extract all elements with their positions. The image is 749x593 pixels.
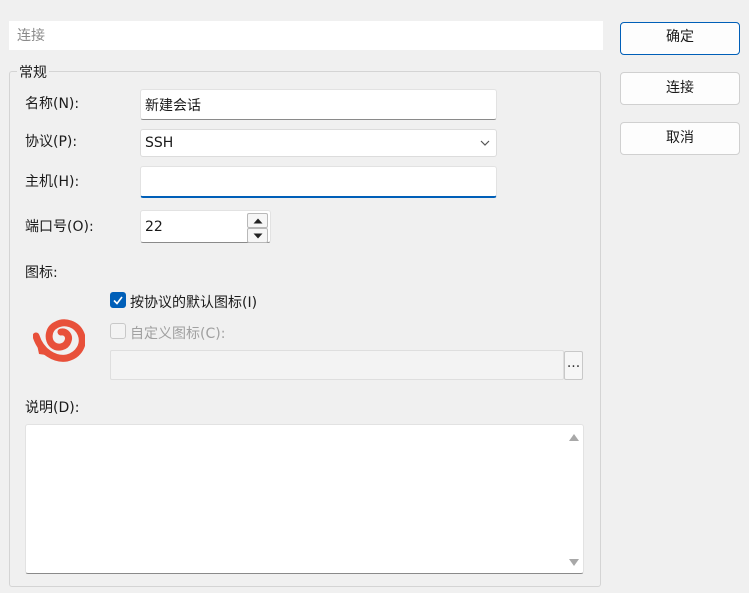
default-icon-checkbox[interactable] [110, 292, 126, 308]
description-textarea[interactable] [25, 424, 584, 574]
icon-label: 图标: [25, 265, 58, 281]
arrow-down-icon [253, 233, 262, 238]
port-value: 22 [145, 218, 163, 235]
host-label: 主机(H): [25, 174, 80, 190]
description-scrollbar[interactable] [567, 427, 581, 571]
protocol-value: SSH [145, 135, 174, 151]
scroll-up-icon[interactable] [569, 434, 579, 441]
custom-icon-path-input[interactable] [110, 350, 564, 380]
custom-icon-checkbox[interactable] [110, 323, 126, 339]
connect-button[interactable]: 连接 [620, 72, 740, 105]
host-input[interactable] [140, 166, 497, 198]
port-label: 端口号(O): [25, 219, 94, 235]
description-label: 说明(D): [25, 400, 80, 416]
custom-icon-label[interactable]: 自定义图标(C): [130, 323, 225, 343]
port-increment-button[interactable] [247, 213, 268, 228]
connection-title-bar [9, 21, 603, 50]
ok-button[interactable]: 确定 [620, 22, 740, 55]
xshell-logo-icon [33, 319, 85, 362]
browse-icon-button[interactable]: ... [564, 351, 583, 380]
name-input[interactable]: 新建会话 [140, 89, 497, 120]
port-spinbox[interactable]: 22 [140, 210, 271, 243]
chevron-down-icon [480, 140, 490, 146]
scroll-down-icon[interactable] [569, 559, 579, 566]
protocol-label: 协议(P): [25, 134, 78, 150]
checkmark-icon [113, 296, 123, 305]
port-decrement-button[interactable] [247, 228, 268, 243]
cancel-button[interactable]: 取消 [620, 122, 740, 155]
name-label: 名称(N): [25, 96, 80, 112]
connection-title: 连接 [17, 28, 45, 44]
default-icon-label[interactable]: 按协议的默认图标(I) [130, 292, 257, 312]
arrow-up-icon [253, 218, 262, 223]
name-value: 新建会话 [145, 97, 201, 114]
protocol-select[interactable]: SSH [140, 129, 497, 157]
general-group-title: 常规 [17, 62, 49, 82]
